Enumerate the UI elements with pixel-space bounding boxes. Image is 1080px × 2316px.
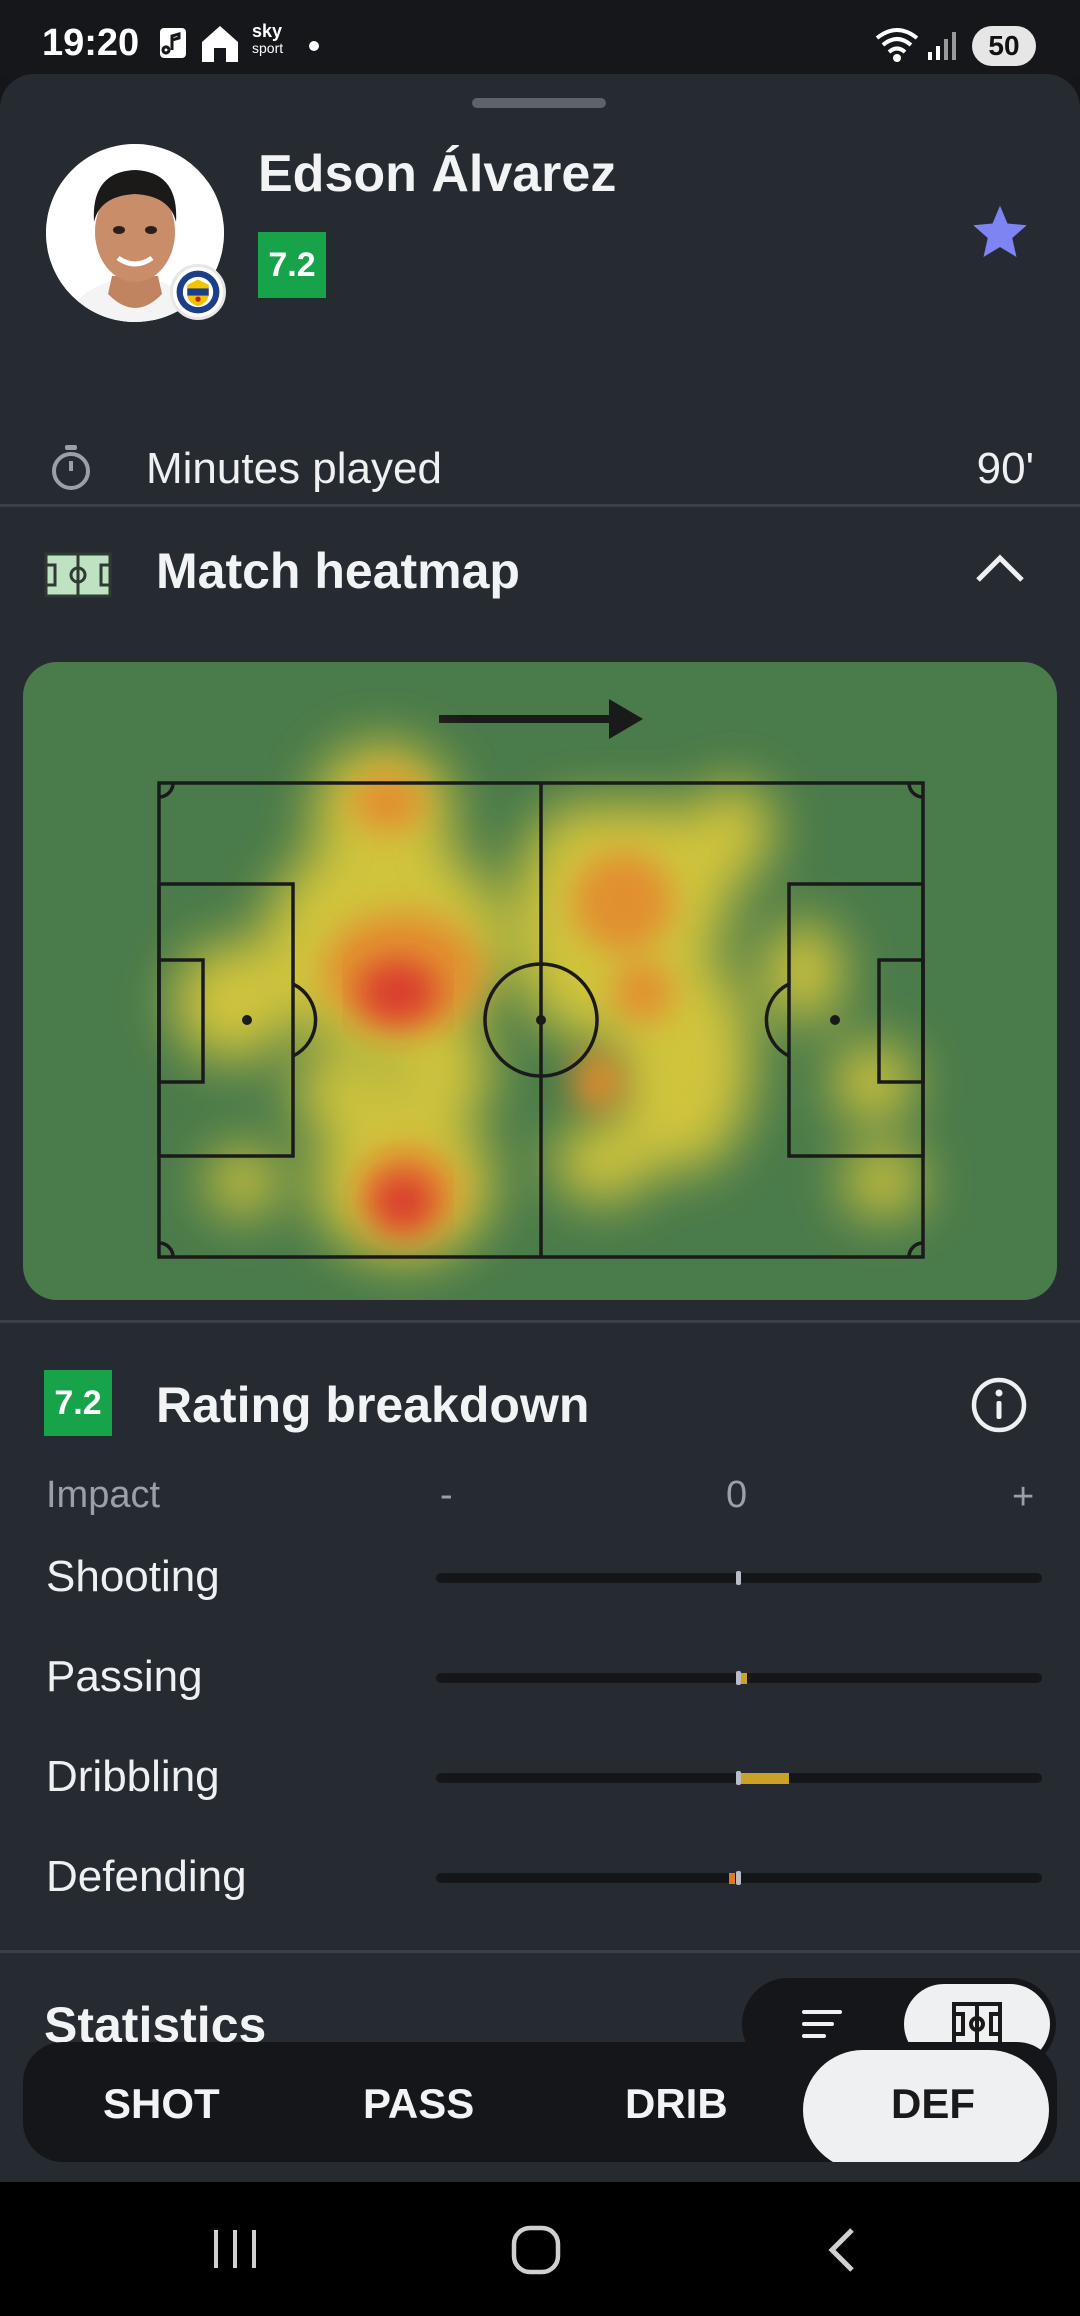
sport-label: sport (252, 40, 284, 56)
wifi-icon (875, 28, 919, 62)
impact-label: Impact (46, 1474, 161, 1516)
impact-plus-label: + (1012, 1476, 1035, 1518)
status-bar: 19:20 sky sport 50 (0, 0, 1080, 76)
attack-direction-arrow-icon (439, 699, 643, 739)
signal-icon (928, 32, 956, 60)
zero-marker (736, 1671, 741, 1685)
player-sheet: Edson Álvarez 7.2 Minutes played 90' Mat… (0, 74, 1080, 2182)
rating-breakdown-title: Rating breakdown (156, 1377, 590, 1433)
impact-bar (728, 1873, 735, 1884)
status-time: 19:20 (42, 22, 140, 64)
player-name: Edson Álvarez (258, 145, 617, 203)
sky-label: sky (252, 21, 283, 41)
info-icon[interactable] (970, 1376, 1028, 1434)
minutes-played-label: Minutes played (146, 444, 442, 493)
home-icon[interactable] (510, 2224, 562, 2276)
stopwatch-icon (52, 445, 90, 490)
divider (0, 504, 1080, 507)
stat-label: Passing (46, 1652, 203, 1701)
tab-def[interactable]: DEF (891, 2080, 975, 2128)
system-navigation-bar (0, 2182, 1080, 2316)
tab-pass[interactable]: PASS (363, 2080, 474, 2128)
favorite-star-icon[interactable] (970, 202, 1030, 262)
notification-dot-icon (309, 41, 319, 51)
player-rating-badge: 7.2 (258, 232, 326, 298)
minutes-played-row: Minutes played 90' (0, 434, 1080, 504)
heat-layer-yellow (173, 742, 923, 1262)
rating-breakdown-badge: 7.2 (44, 1370, 112, 1436)
pitch-icon (44, 552, 112, 598)
tab-shot[interactable]: SHOT (103, 2080, 220, 2128)
home-app-icon (202, 26, 238, 62)
recent-apps-icon[interactable] (210, 2226, 260, 2272)
divider (0, 1320, 1080, 1323)
stat-label: Shooting (46, 1552, 220, 1601)
heatmap-pitch (157, 699, 925, 1262)
impact-minus-label: - (440, 1474, 453, 1516)
impact-bar (741, 1673, 748, 1684)
divider (0, 1950, 1080, 1953)
chevron-up-icon[interactable] (974, 550, 1026, 586)
pitch-view-icon (952, 2002, 1002, 2046)
drag-handle[interactable] (472, 98, 606, 108)
zero-marker (736, 1871, 741, 1885)
zero-marker (736, 1571, 741, 1585)
impact-zero-label: 0 (726, 1474, 748, 1516)
sky-sport-icon: sky sport (252, 22, 292, 62)
battery-indicator: 50 (972, 26, 1036, 66)
statistics-tabs: SHOT PASS DRIB DEF (23, 2042, 1057, 2162)
impact-bar (741, 1773, 790, 1784)
back-icon[interactable] (822, 2226, 862, 2274)
stat-label: Defending (46, 1852, 247, 1901)
zero-marker (736, 1771, 741, 1785)
heatmap-card (23, 662, 1057, 1300)
club-badge-icon (170, 264, 226, 320)
minutes-played-value: 90' (976, 444, 1034, 493)
tab-drib[interactable]: DRIB (625, 2080, 728, 2128)
heatmap-title: Match heatmap (156, 543, 520, 599)
stat-label: Dribbling (46, 1752, 220, 1801)
music-app-icon (160, 28, 186, 58)
list-icon (802, 2010, 842, 2038)
